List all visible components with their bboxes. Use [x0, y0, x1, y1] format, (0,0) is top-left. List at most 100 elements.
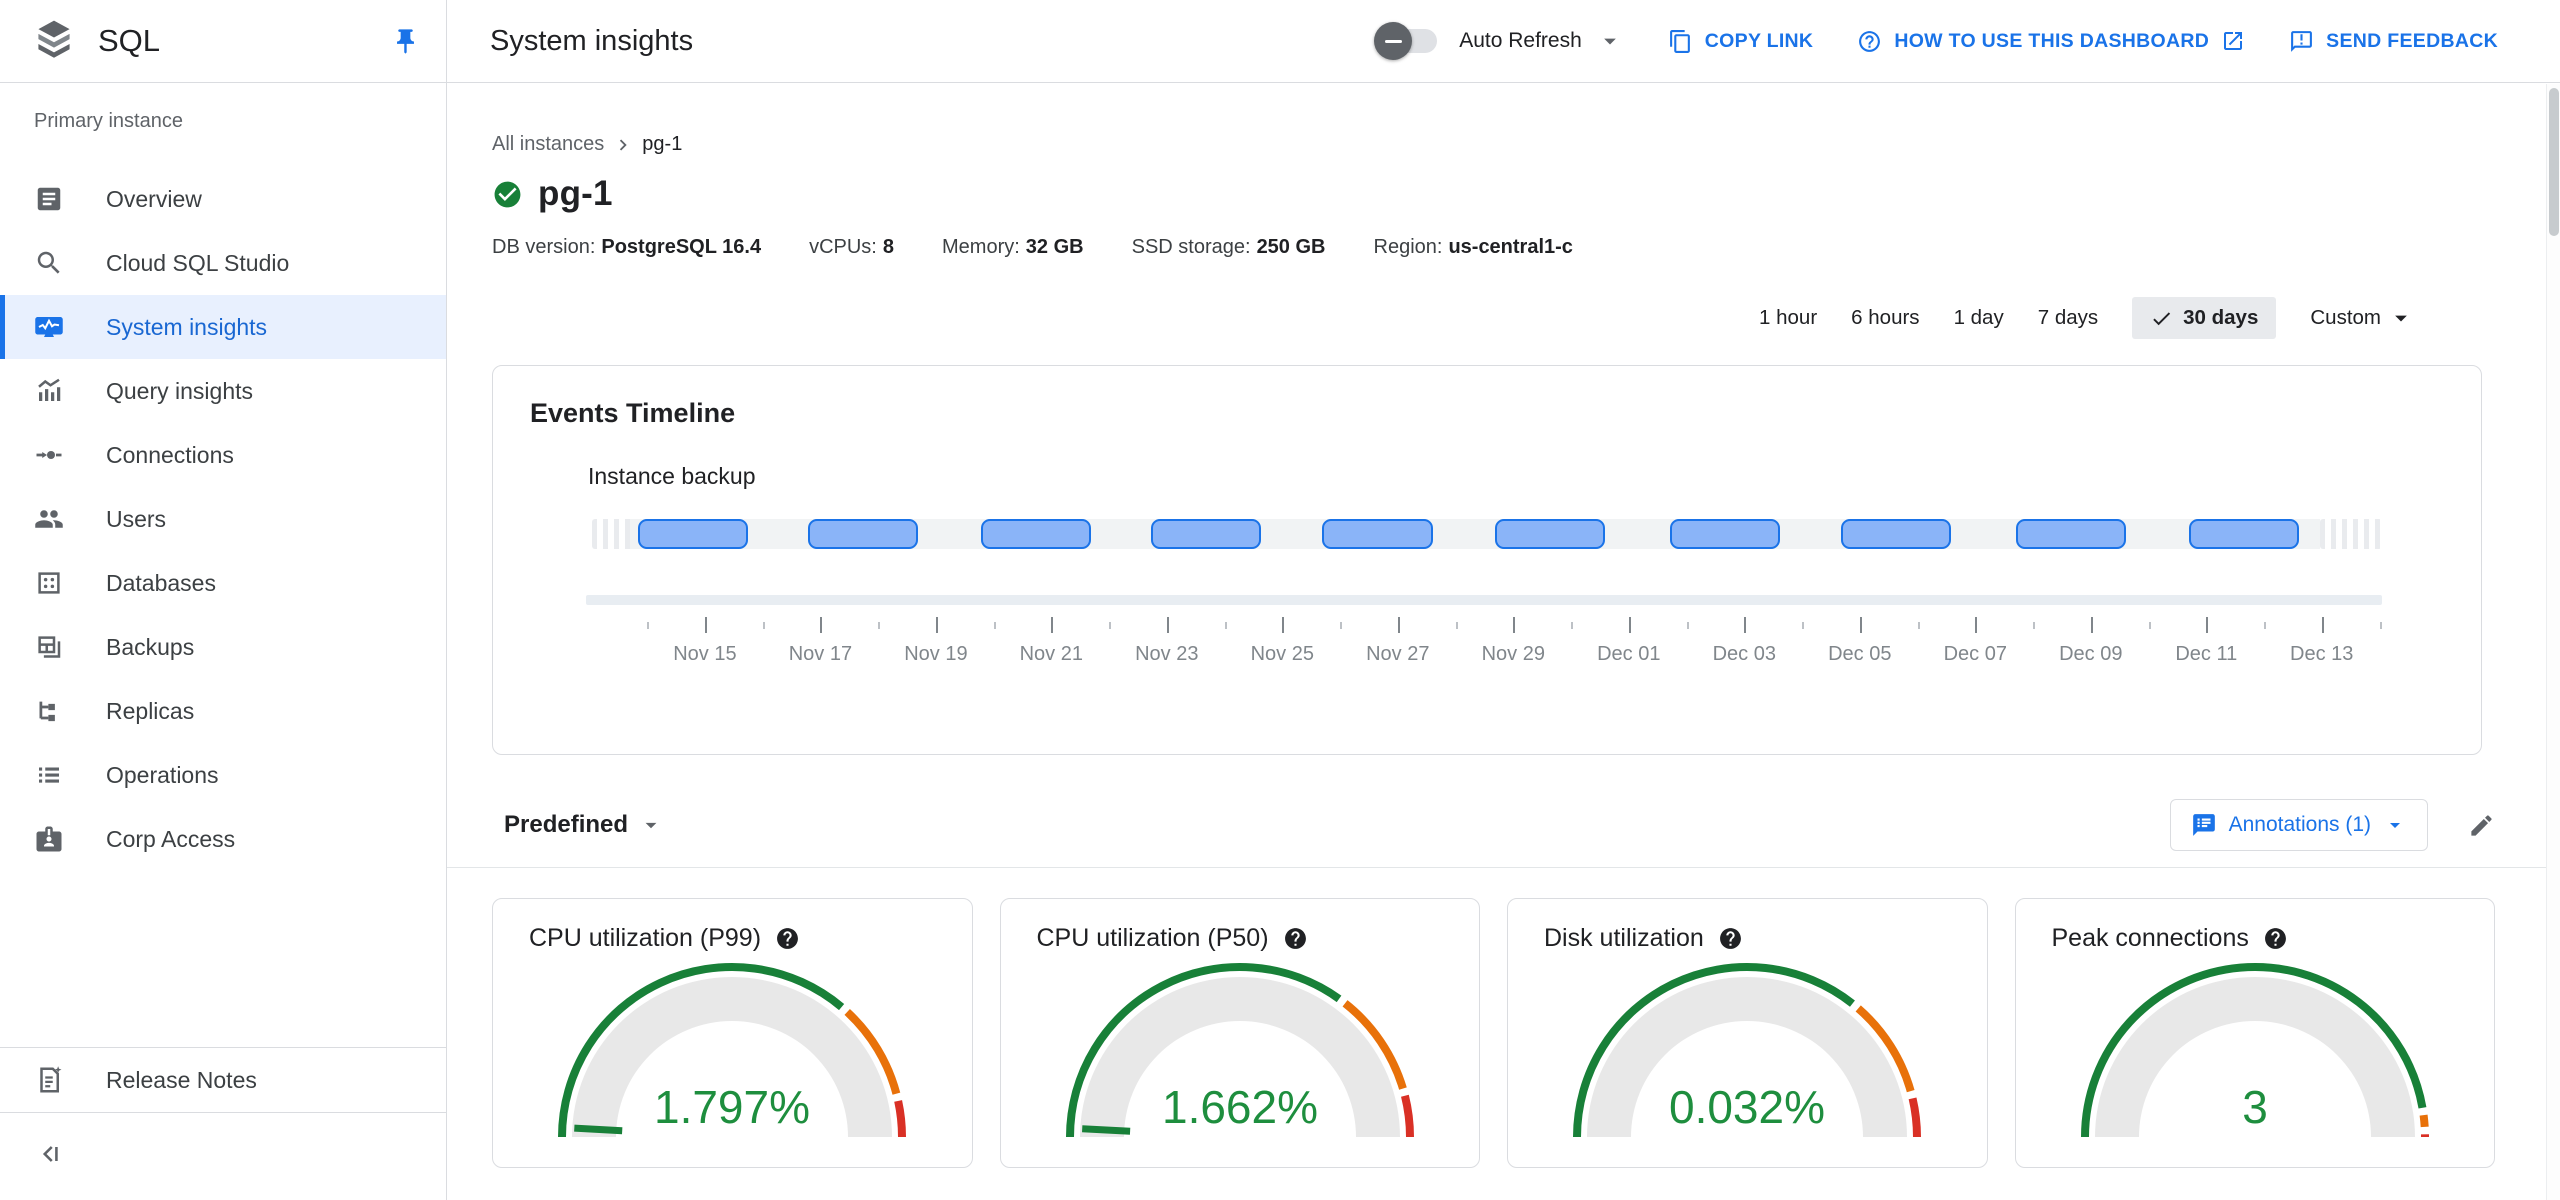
- axis-date-label: Nov 25: [1250, 643, 1314, 665]
- operations-icon: [39, 767, 59, 783]
- backup-event-pill[interactable]: [1841, 519, 1952, 549]
- metrics-toolbar: Predefined Annotations (1): [504, 799, 2495, 851]
- gauge-chart: 0.032%: [1573, 963, 1922, 1138]
- help-outline-icon: [1859, 30, 1881, 52]
- auto-refresh-toggle[interactable]: [1374, 22, 1438, 60]
- breadcrumb-all-instances[interactable]: All instances: [492, 133, 604, 156]
- scrollbar-thumb[interactable]: [2549, 88, 2559, 236]
- sidebar-item-backups[interactable]: Backups: [0, 615, 446, 679]
- backup-event-pill[interactable]: [1669, 519, 1780, 549]
- backup-event-pill[interactable]: [1151, 519, 1262, 549]
- predefined-dropdown[interactable]: Predefined: [504, 811, 664, 839]
- gauge-chart: 1.797%: [558, 963, 907, 1138]
- axis-tick: [935, 617, 938, 633]
- check-icon: [2153, 311, 2171, 325]
- edit-dashboard-button[interactable]: [2468, 812, 2495, 839]
- gauge-needle: [1081, 1125, 1131, 1135]
- section-divider: [447, 867, 2560, 868]
- axis-tick: [2264, 622, 2266, 629]
- collapse-icon: [36, 1140, 64, 1173]
- time-range-label: 1 day: [1953, 306, 2004, 329]
- help-icon[interactable]: [1283, 926, 1308, 951]
- gauge-title: CPU utilization (P99): [529, 924, 762, 952]
- detail-value: 250 GB: [1256, 236, 1326, 258]
- cloud-sql-logo-icon: [32, 17, 76, 66]
- connections-icon: [36, 451, 62, 459]
- axis-tick: [2321, 617, 2324, 633]
- backup-event-pill[interactable]: [981, 519, 1092, 549]
- copy-link-button[interactable]: COPY LINK: [1668, 29, 1814, 54]
- help-icon[interactable]: [2263, 926, 2288, 951]
- sidebar-header: SQL: [0, 0, 446, 83]
- instance-detail: SSD storage: 250 GB: [1132, 236, 1326, 259]
- predefined-label: Predefined: [504, 811, 629, 838]
- collapse-sidebar-button[interactable]: [0, 1112, 446, 1200]
- instance-title-row: pg-1: [492, 174, 2560, 214]
- time-range-option-custom[interactable]: Custom: [2310, 304, 2415, 332]
- time-range-option-1-hour[interactable]: 1 hour: [1759, 306, 1817, 330]
- annotations-button[interactable]: Annotations (1): [2169, 799, 2428, 851]
- page-scrollbar[interactable]: [2546, 84, 2560, 1200]
- sidebar-item-connections[interactable]: Connections: [0, 423, 446, 487]
- backup-event-pill[interactable]: [2015, 519, 2126, 549]
- backup-event-pill[interactable]: [638, 519, 749, 549]
- backup-event-pill[interactable]: [2189, 519, 2300, 549]
- axis-tick: [2033, 622, 2035, 629]
- time-range-option-6-hours[interactable]: 6 hours: [1851, 306, 1919, 330]
- sidebar-item-label: Overview: [106, 185, 202, 212]
- timeline-range-bar[interactable]: [586, 595, 2382, 605]
- axis-tick: [1628, 617, 1631, 633]
- gauge-card-peak-connections: Peak connections 3: [2014, 898, 2495, 1168]
- backup-event-pill[interactable]: [1322, 519, 1433, 549]
- axis-tick: [993, 622, 996, 629]
- sidebar: SQL Primary instance Overview Cloud SQL S…: [0, 0, 447, 1200]
- sidebar-nav: Overview Cloud SQL Studio System insights Q…: [0, 167, 446, 871]
- detail-value: us-central1-c: [1448, 236, 1573, 258]
- axis-date-label: Nov 21: [1019, 643, 1083, 665]
- backup-event-pill[interactable]: [1495, 519, 1606, 549]
- gauge-title-row: Disk utilization: [1508, 924, 1987, 953]
- sidebar-item-operations[interactable]: Operations: [0, 743, 446, 807]
- backup-event-pill[interactable]: [808, 519, 919, 549]
- toggle-knob-icon: [1374, 22, 1413, 60]
- help-icon[interactable]: [775, 926, 800, 951]
- sidebar-item-cloud-sql-studio[interactable]: Cloud SQL Studio: [0, 231, 446, 295]
- auto-refresh-control[interactable]: Auto Refresh: [1374, 22, 1624, 60]
- sidebar-item-label: Databases: [106, 569, 216, 596]
- sidebar-item-users[interactable]: Users: [0, 487, 446, 551]
- time-range-option-30-days[interactable]: 30 days: [2132, 297, 2277, 339]
- detail-value: 32 GB: [1025, 236, 1084, 258]
- sidebar-item-databases[interactable]: Databases: [0, 551, 446, 615]
- chevron-right-icon: [620, 139, 627, 150]
- sidebar-item-corp-access[interactable]: Corp Access: [0, 807, 446, 871]
- sidebar-item-release-notes[interactable]: Release Notes: [0, 1048, 446, 1112]
- gauge-chart: 1.662%: [1065, 962, 1414, 1138]
- sidebar-item-label: Connections: [106, 441, 234, 468]
- pin-icon[interactable]: [388, 24, 422, 58]
- detail-label: DB version:: [492, 236, 596, 258]
- time-range-option-1-day[interactable]: 1 day: [1954, 306, 2004, 330]
- gauge-title: CPU utilization (P50): [1036, 924, 1269, 952]
- axis-tick: [647, 622, 650, 629]
- help-icon[interactable]: [1718, 926, 1743, 951]
- gauge-value: 3: [2242, 1081, 2268, 1133]
- sidebar-item-label: System insights: [106, 313, 268, 340]
- sidebar-item-system-insights[interactable]: System insights: [0, 295, 446, 359]
- axis-tick: [2148, 622, 2151, 629]
- time-range-option-7-days[interactable]: 7 days: [2038, 306, 2098, 330]
- header-actions: Auto Refresh COPY LINK HOW TO USE THIS D…: [1374, 22, 2498, 60]
- sidebar-item-label: Replicas: [106, 697, 195, 724]
- gauge-title-row: CPU utilization (P50): [1001, 924, 1480, 953]
- how-to-use-dashboard-button[interactable]: HOW TO USE THIS DASHBOARD: [1857, 29, 2245, 54]
- axis-tick: [2090, 617, 2093, 633]
- sidebar-item-overview[interactable]: Overview: [0, 167, 446, 231]
- open-in-new-icon: [2224, 32, 2243, 50]
- send-feedback-button[interactable]: SEND FEEDBACK: [2289, 29, 2498, 54]
- instance-name: pg-1: [538, 174, 613, 213]
- axis-tick: [1571, 622, 1574, 629]
- sidebar-item-query-insights[interactable]: Query insights: [0, 359, 446, 423]
- events-track: [592, 519, 2382, 549]
- sidebar-item-replicas[interactable]: Replicas: [0, 679, 446, 743]
- gauge-title: Peak connections: [2051, 924, 2249, 952]
